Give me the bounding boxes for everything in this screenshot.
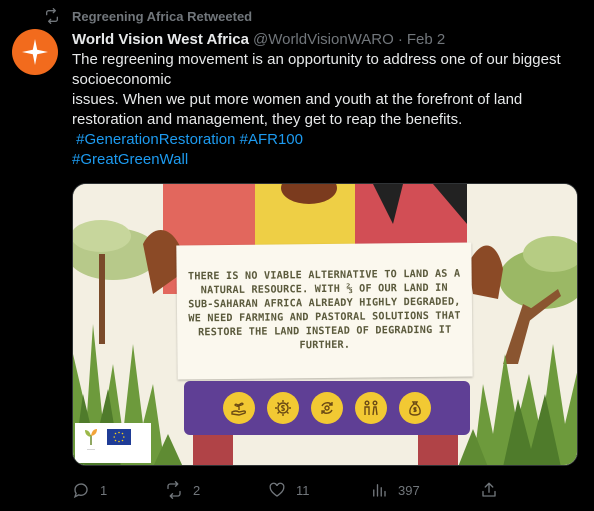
retweet-icon	[46, 8, 58, 24]
partner-logos: ——	[75, 423, 151, 463]
eu-flag-icon	[107, 429, 131, 445]
author-handle[interactable]: @WorldVisionWARO	[253, 31, 394, 48]
tweet-text-line: restoration and management, they get to …	[72, 111, 463, 128]
hashtag-generation-restoration[interactable]: #GenerationRestoration	[72, 131, 235, 148]
star-logo-icon	[22, 39, 48, 65]
hashtag-afr100[interactable]: #AFR100	[240, 131, 303, 148]
tweet-date[interactable]: Feb 2	[407, 31, 445, 48]
retweet-notice-text: Regreening Africa Retweeted	[72, 8, 253, 24]
like-button[interactable]: 11	[268, 481, 370, 499]
regreening-logo-icon: ——	[81, 427, 101, 453]
people-icon	[355, 392, 387, 424]
retweet-icon	[167, 481, 181, 499]
like-count: 11	[296, 482, 310, 498]
hashtag-great-green-wall[interactable]: #GreatGreenWall	[72, 151, 188, 168]
reply-count: 1	[100, 482, 108, 498]
bar-chart-icon	[373, 484, 386, 497]
tweet-actions: 1 2 11 397	[72, 480, 502, 500]
reply-button[interactable]: 1	[72, 481, 165, 499]
sdg-icon-strip	[184, 381, 470, 435]
avatar[interactable]	[12, 29, 58, 75]
hand-plant-icon	[223, 392, 255, 424]
retweet-count: 2	[193, 482, 201, 498]
header-separator: ·	[397, 30, 403, 48]
money-gear-icon	[267, 392, 299, 424]
tweet-text-line: The regreening movement is an opportunit…	[72, 51, 561, 68]
tweet-image[interactable]: There is no viable alternative to land a…	[72, 183, 578, 466]
author-name[interactable]: World Vision West Africa	[72, 31, 249, 48]
tweet-text-line: socioeconomic	[72, 71, 172, 88]
hashtag-line: #GreatGreenWall	[72, 150, 582, 170]
retweet-notice[interactable]: Regreening Africa Retweeted	[44, 7, 252, 25]
reply-icon	[73, 483, 88, 499]
view-count: 397	[398, 482, 420, 498]
retweet-button[interactable]: 2	[165, 481, 268, 499]
heart-icon	[269, 482, 285, 497]
tweet-header: World Vision West Africa @WorldVisionWAR…	[72, 29, 445, 49]
views-button[interactable]: 397	[370, 481, 480, 499]
tweet-text-line: issues. When we put more women and youth…	[72, 91, 523, 108]
banner-text: There is no viable alternative to land a…	[187, 268, 461, 352]
money-bag-icon	[399, 392, 431, 424]
recycle-icon	[311, 392, 343, 424]
share-icon	[482, 482, 496, 497]
share-button[interactable]	[480, 481, 498, 499]
tweet-text: The regreening movement is an opportunit…	[72, 50, 582, 170]
banner: There is no viable alternative to land a…	[176, 242, 473, 380]
hashtag-line: #GenerationRestoration #AFR100	[72, 130, 582, 150]
